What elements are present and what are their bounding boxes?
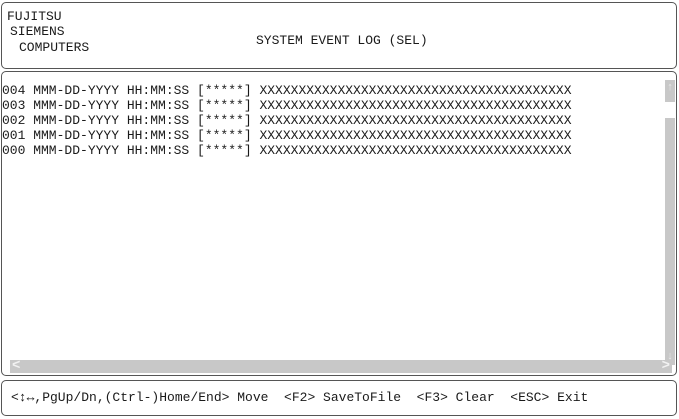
scroll-right-arrow-icon[interactable]: >: [662, 359, 670, 373]
log-entry[interactable]: 000 MMM-DD-YYYY HH:MM:SS [*****] XXXXXXX…: [2, 143, 572, 158]
vendor-name-line-1: FUJITSU: [7, 9, 62, 24]
vertical-scrollbar[interactable]: ↑ ↓: [663, 80, 675, 365]
horizontal-scrollbar[interactable]: < >: [10, 359, 672, 373]
vendor-name-line-2: SIEMENS: [10, 24, 65, 39]
vendor-name-line-3: COMPUTERS: [19, 40, 90, 55]
log-entry[interactable]: 004 MMM-DD-YYYY HH:MM:SS [*****] XXXXXXX…: [2, 83, 572, 98]
scroll-up-arrow-icon[interactable]: ↑: [665, 82, 675, 94]
event-log-list: 004 MMM-DD-YYYY HH:MM:SS [*****] XXXXXXX…: [2, 83, 572, 158]
header-panel: FUJITSU SIEMENS COMPUTERS SYSTEM EVENT L…: [1, 2, 677, 69]
vertical-scroll-thumb[interactable]: [665, 102, 675, 118]
log-entry[interactable]: 001 MMM-DD-YYYY HH:MM:SS [*****] XXXXXXX…: [2, 128, 572, 143]
key-help-bar: <↕↔,PgUp/Dn,(Ctrl-)Home/End> Move <F2> S…: [1, 380, 677, 416]
scroll-left-arrow-icon[interactable]: <: [12, 359, 20, 373]
page-title: SYSTEM EVENT LOG (SEL): [256, 33, 428, 48]
event-log-panel[interactable]: 004 MMM-DD-YYYY HH:MM:SS [*****] XXXXXXX…: [1, 71, 677, 376]
log-entry[interactable]: 002 MMM-DD-YYYY HH:MM:SS [*****] XXXXXXX…: [2, 113, 572, 128]
log-entry[interactable]: 003 MMM-DD-YYYY HH:MM:SS [*****] XXXXXXX…: [2, 98, 572, 113]
key-help-text: <↕↔,PgUp/Dn,(Ctrl-)Home/End> Move <F2> S…: [11, 390, 589, 405]
vertical-scroll-track[interactable]: [665, 80, 675, 365]
